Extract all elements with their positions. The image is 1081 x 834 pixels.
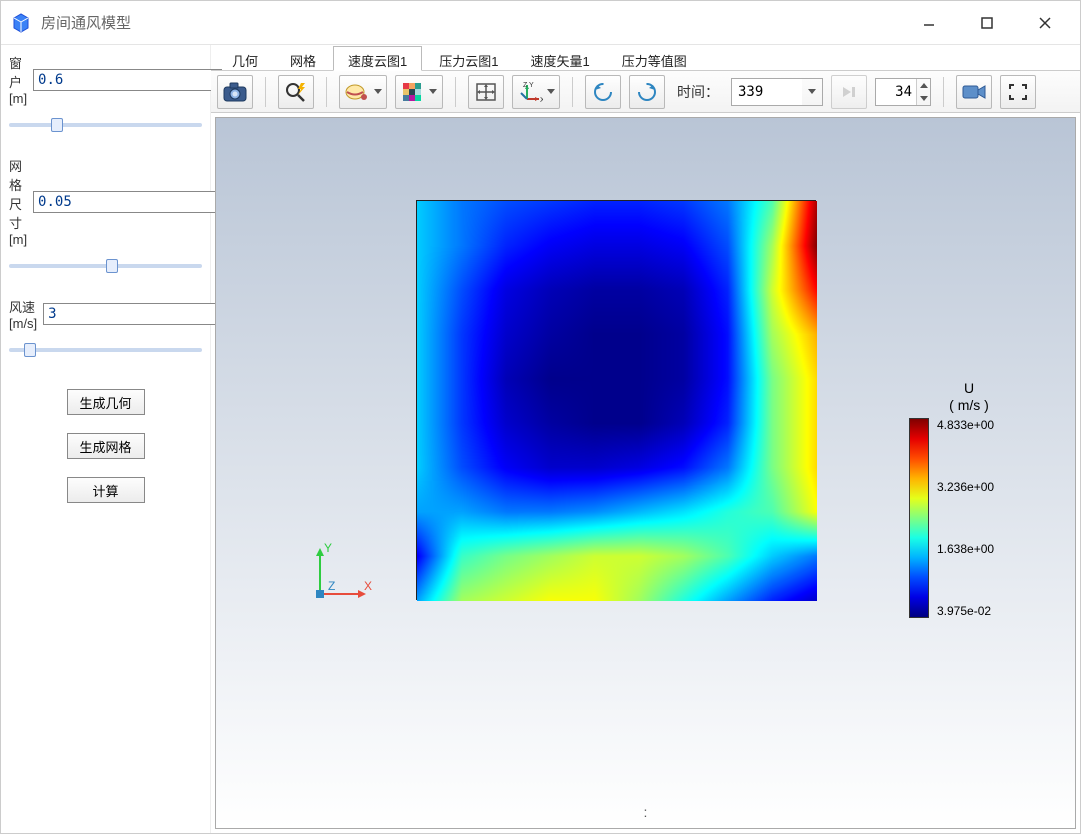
chevron-down-icon[interactable] [808, 89, 816, 94]
chevron-down-icon [429, 89, 437, 94]
axis-z-label: Z [328, 579, 335, 593]
viewport-caption: : [644, 804, 648, 820]
render-viewport[interactable]: Y X Z U ( m/s ) [215, 117, 1076, 829]
main-area: 几何 网格 速度云图1 压力云图1 速度矢量1 压力等值图 [211, 45, 1080, 833]
legend-title: U ( m/s ) [899, 380, 1039, 414]
tab-velocity-cloud[interactable]: 速度云图1 [333, 46, 422, 71]
play-last-icon [839, 83, 859, 101]
rotate-ccw-button[interactable] [585, 75, 621, 109]
param-mesh-input[interactable] [33, 191, 222, 213]
velocity-field-plot [416, 200, 816, 600]
param-window-label: 窗户[m] [9, 53, 27, 106]
window-controls [914, 8, 1072, 38]
param-mesh-slider[interactable] [9, 257, 202, 275]
orientation-triad: Y X Z [306, 538, 376, 608]
tab-geometry[interactable]: 几何 [217, 46, 273, 71]
clip-button[interactable] [339, 75, 387, 109]
axes-xyz-icon: X Z Y [517, 81, 543, 103]
tab-velocity-vector[interactable]: 速度矢量1 [516, 46, 605, 71]
window-title: 房间通风模型 [41, 12, 131, 33]
fullscreen-icon [1007, 82, 1029, 102]
svg-text:Y: Y [529, 82, 534, 89]
zoom-bolt-icon [284, 81, 308, 103]
param-wind-input[interactable] [43, 303, 232, 325]
chevron-down-icon [374, 89, 382, 94]
frame-down-button[interactable] [916, 92, 930, 105]
time-input[interactable] [732, 79, 802, 105]
heatmap-canvas [417, 201, 817, 601]
param-mesh-row: 网格尺寸[m] [9, 156, 202, 247]
close-button[interactable] [1030, 8, 1060, 38]
color-legend: U ( m/s ) 4.833e+00 3.236e+00 1.638e+00 … [909, 418, 1039, 618]
tab-bar: 几何 网格 速度云图1 压力云图1 速度矢量1 压力等值图 [211, 45, 1080, 71]
frame-input[interactable] [876, 79, 916, 105]
zoom-bolt-button[interactable] [278, 75, 314, 109]
param-wind-row: 风速[m/s] [9, 297, 202, 331]
video-camera-icon [961, 82, 987, 102]
viewer-toolbar: X Z Y [211, 71, 1080, 113]
param-window-row: 窗户[m] [9, 53, 202, 106]
rotate-ccw-icon [591, 81, 615, 103]
rotate-cw-icon [635, 81, 659, 103]
minimize-button[interactable] [914, 8, 944, 38]
param-mesh-label: 网格尺寸[m] [9, 156, 27, 247]
time-label: 时间： [673, 82, 723, 102]
legend-tick-min: 3.975e-02 [937, 604, 994, 618]
frame-spinbox[interactable] [875, 78, 931, 106]
chevron-down-icon [547, 89, 555, 94]
compute-button[interactable]: 计算 [67, 477, 145, 503]
legend-tick-max: 4.833e+00 [937, 418, 994, 432]
generate-geometry-button[interactable]: 生成几何 [67, 389, 145, 415]
clip-icon [344, 81, 370, 103]
tab-mesh[interactable]: 网格 [275, 46, 331, 71]
fit-view-icon [474, 81, 498, 103]
video-camera-button[interactable] [956, 75, 992, 109]
legend-tick-2: 3.236e+00 [937, 480, 994, 494]
generate-mesh-button[interactable]: 生成网格 [67, 433, 145, 459]
legend-ticks: 4.833e+00 3.236e+00 1.638e+00 3.975e-02 [937, 418, 994, 618]
tab-pressure-cloud[interactable]: 压力云图1 [424, 46, 513, 71]
maximize-button[interactable] [972, 8, 1002, 38]
legend-colorbar [909, 418, 929, 618]
fit-view-button[interactable] [468, 75, 504, 109]
sidebar: 窗户[m] 网格尺寸[m] 风速[m/s] 生成几何 [1, 45, 211, 833]
app-icon [9, 11, 33, 35]
play-last-button[interactable] [831, 75, 867, 109]
tab-pressure-iso[interactable]: 压力等值图 [607, 46, 702, 71]
frame-up-button[interactable] [916, 79, 930, 92]
param-wind-label: 风速[m/s] [9, 297, 37, 331]
app-window: 房间通风模型 窗户[m] 网格尺寸[m] [0, 0, 1081, 834]
fullscreen-button[interactable] [1000, 75, 1036, 109]
svg-text:Z: Z [523, 82, 528, 89]
screenshot-button[interactable] [217, 75, 253, 109]
axis-x-label: X [364, 579, 372, 593]
colormap-button[interactable] [395, 75, 443, 109]
camera-icon [222, 81, 248, 103]
title-bar: 房间通风模型 [1, 1, 1080, 45]
rotate-cw-button[interactable] [629, 75, 665, 109]
param-window-slider[interactable] [9, 116, 202, 134]
viewport-container: Y X Z U ( m/s ) [211, 113, 1080, 833]
legend-tick-3: 1.638e+00 [937, 542, 994, 556]
axis-y-label: Y [324, 541, 332, 555]
axes-view-button[interactable]: X Z Y [512, 75, 560, 109]
param-wind-slider[interactable] [9, 341, 202, 359]
param-window-input[interactable] [33, 69, 222, 91]
svg-text:X: X [540, 97, 543, 103]
colormap-icon [401, 81, 425, 103]
